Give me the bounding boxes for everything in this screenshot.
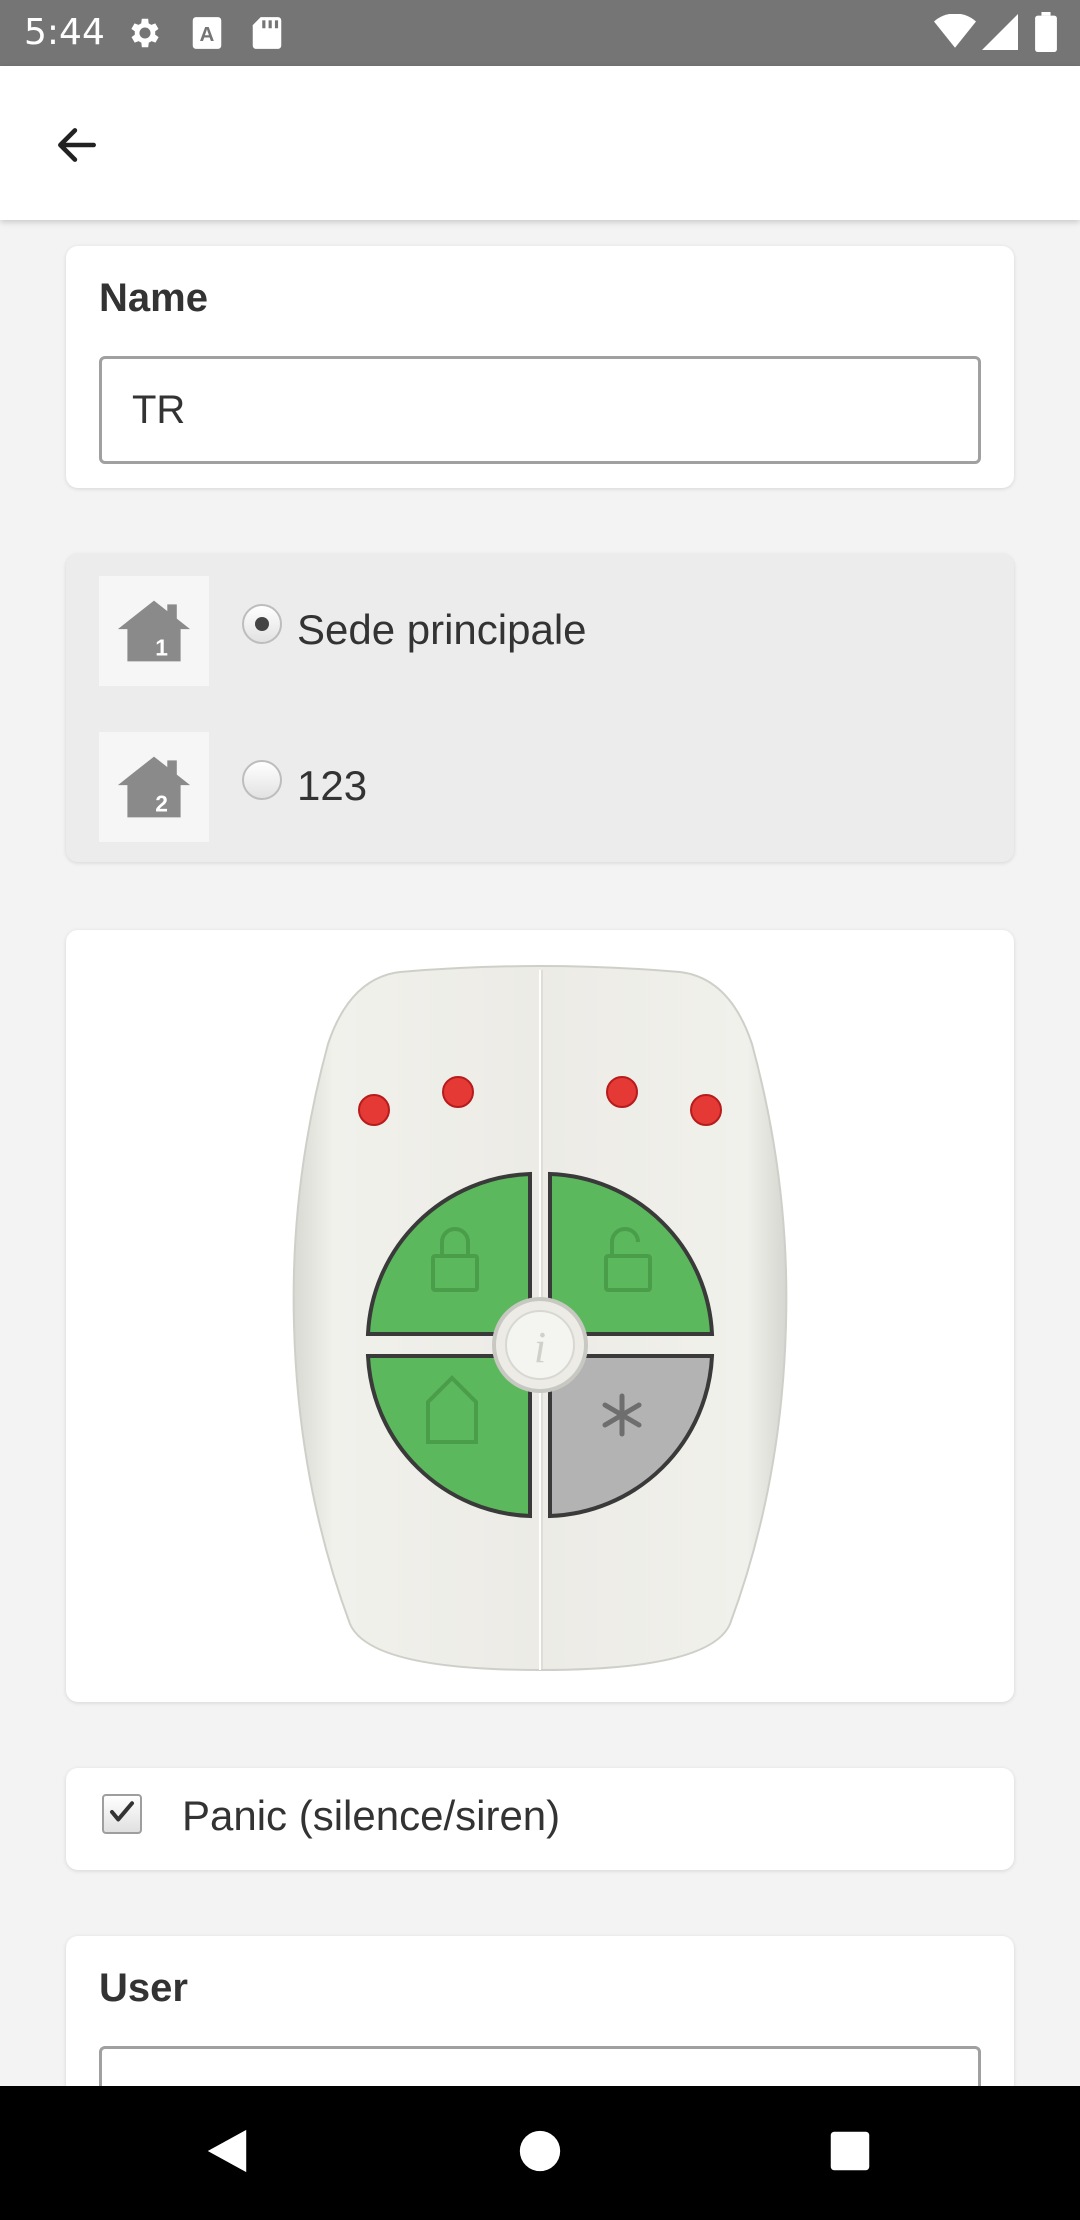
- radio-sede-principale[interactable]: [242, 604, 282, 644]
- house-1-icon: 1: [99, 576, 209, 686]
- location-card: 1 Sede principale 2 123: [66, 554, 1014, 862]
- back-button[interactable]: [36, 106, 118, 188]
- signal-icon: [982, 14, 1018, 55]
- status-bar: 5:44 A: [0, 0, 1080, 66]
- user-card: User: [66, 1936, 1014, 2086]
- nav-back-button[interactable]: [196, 2122, 258, 2184]
- led-4: [690, 1094, 722, 1126]
- name-field[interactable]: TR: [99, 356, 981, 464]
- navigation-bar: [0, 2086, 1080, 2220]
- user-field[interactable]: [99, 2046, 981, 2086]
- led-2: [442, 1076, 474, 1108]
- info-icon: i: [534, 1323, 546, 1372]
- location-option-2[interactable]: 2 123: [99, 732, 981, 842]
- app-bar: [0, 66, 1080, 220]
- name-label: Name: [99, 276, 208, 320]
- nav-home-button[interactable]: [509, 2122, 571, 2184]
- location-label-1: Sede principale: [297, 606, 587, 653]
- font-a-icon: A: [190, 14, 224, 57]
- recents-square-icon: [829, 2130, 871, 2177]
- name-card: Name TR: [66, 246, 1014, 488]
- svg-text:A: A: [200, 23, 215, 46]
- keyfob-remote-image: i: [290, 964, 790, 1674]
- location-label-2: 123: [297, 762, 368, 809]
- battery-icon: [1034, 12, 1058, 57]
- nav-recents-button[interactable]: [819, 2122, 881, 2184]
- sd-card-icon: [250, 14, 284, 57]
- remote-card: i: [66, 930, 1014, 1702]
- home-circle-icon: [518, 2129, 562, 2178]
- gear-icon: [126, 14, 164, 57]
- user-label: User: [99, 1966, 188, 2010]
- arrow-back-icon: [52, 120, 102, 175]
- led-1: [358, 1094, 390, 1126]
- panic-checkbox[interactable]: [102, 1794, 142, 1834]
- panic-card[interactable]: Panic (silence/siren): [66, 1768, 1014, 1870]
- scroll-content[interactable]: Name TR 1 Sede principale 2 123 i Panic …: [0, 220, 1080, 2086]
- svg-text:2: 2: [155, 791, 168, 817]
- checkmark-icon: [107, 1797, 137, 1832]
- radio-123[interactable]: [242, 760, 282, 800]
- panic-label: Panic (silence/siren): [182, 1792, 561, 1839]
- svg-text:1: 1: [155, 635, 168, 661]
- house-2-icon: 2: [99, 732, 209, 842]
- led-3: [606, 1076, 638, 1108]
- wifi-icon: [934, 13, 976, 55]
- location-option-1[interactable]: 1 Sede principale: [99, 576, 981, 686]
- status-time: 5:44: [24, 12, 105, 53]
- back-triangle-icon: [203, 2126, 251, 2181]
